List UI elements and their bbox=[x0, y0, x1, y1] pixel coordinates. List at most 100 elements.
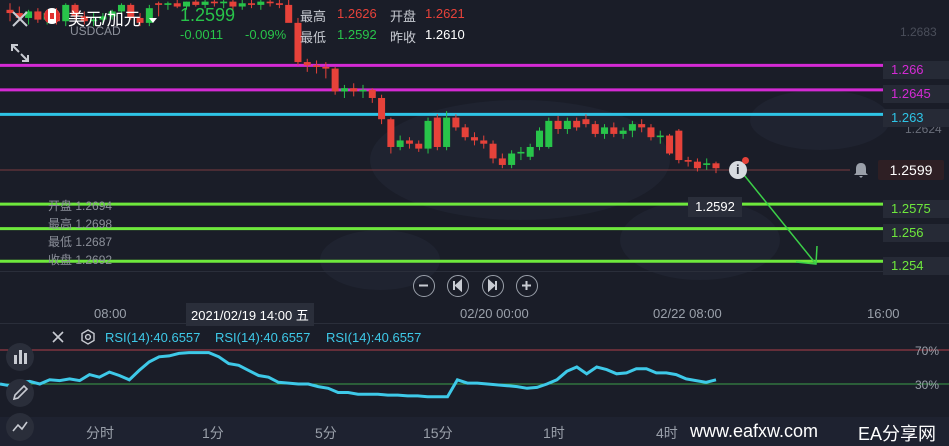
expand-icon bbox=[11, 44, 29, 62]
price-change: -0.0011 bbox=[180, 27, 224, 42]
close-button[interactable] bbox=[8, 7, 32, 31]
level-label[interactable]: 1.254 bbox=[883, 257, 949, 275]
open-label: 开盘 bbox=[390, 9, 417, 24]
candle bbox=[424, 117, 432, 154]
candle bbox=[703, 158, 711, 170]
price-change-pct: -0.09% bbox=[245, 27, 287, 42]
zoom-out-button[interactable] bbox=[413, 275, 435, 297]
level-label[interactable]: 1.2575 bbox=[883, 200, 949, 218]
low-value: 1.2592 bbox=[337, 27, 377, 42]
candle bbox=[666, 133, 674, 156]
bell-icon bbox=[854, 163, 868, 178]
rsi-legend-item: RSI(14):40.6557 bbox=[326, 330, 422, 345]
candle bbox=[368, 88, 376, 103]
period-tab[interactable]: 分时 bbox=[86, 423, 114, 443]
rsi-settings-button[interactable] bbox=[80, 329, 96, 345]
candle bbox=[340, 84, 348, 98]
zoom-in-icon bbox=[522, 281, 531, 290]
candle bbox=[164, 1, 172, 10]
symbol-code: USDCAD bbox=[70, 24, 121, 38]
brand-logo: EA分享网 bbox=[858, 424, 937, 444]
prev-icon bbox=[453, 278, 462, 293]
draw-icon bbox=[12, 384, 29, 401]
period-tab[interactable]: 4时 bbox=[656, 423, 678, 443]
level-label[interactable]: 1.2645 bbox=[883, 85, 949, 103]
period-tab[interactable]: 15分 bbox=[423, 423, 453, 443]
next-button[interactable] bbox=[482, 275, 504, 297]
zoom-in-button[interactable] bbox=[516, 275, 538, 297]
current-price-label: 1.2599 bbox=[878, 160, 944, 180]
price-scale-tick: 1.2683 bbox=[900, 25, 937, 39]
level-label[interactable]: 1.263 bbox=[883, 109, 949, 127]
indicators-icon bbox=[14, 350, 27, 364]
ohlc-close: 收盘 1.2692 bbox=[48, 253, 113, 267]
chart-canvas[interactable] bbox=[0, 0, 949, 446]
period-tab[interactable]: 1时 bbox=[543, 423, 565, 443]
settings-icon bbox=[81, 329, 95, 345]
canada-flag-icon bbox=[44, 8, 60, 24]
rsi-upper-label: 70% bbox=[915, 344, 940, 358]
separator bbox=[0, 271, 949, 272]
prev-close-label: 昨收 bbox=[390, 30, 417, 45]
candle bbox=[378, 94, 386, 125]
candle bbox=[331, 66, 339, 95]
next-icon bbox=[488, 278, 497, 293]
time-axis-label: 02/20 00:00 bbox=[460, 306, 529, 321]
open-value: 1.2621 bbox=[425, 6, 465, 21]
candle bbox=[536, 127, 543, 151]
rsi-line bbox=[0, 351, 717, 399]
info-icon: i bbox=[736, 162, 740, 177]
candle bbox=[238, 0, 246, 10]
candle bbox=[545, 117, 553, 149]
alert-button[interactable] bbox=[852, 161, 870, 179]
close-icon bbox=[52, 331, 64, 343]
rsi-lower-label: 30% bbox=[915, 378, 940, 392]
chart-type-icon bbox=[12, 421, 28, 432]
chart-type-button[interactable] bbox=[6, 413, 34, 441]
last-price: 1.2599 bbox=[180, 5, 236, 25]
rsi-close-button[interactable] bbox=[50, 329, 66, 345]
prev-button[interactable] bbox=[447, 275, 469, 297]
level-label[interactable]: 1.266 bbox=[883, 61, 949, 79]
ohlc-low: 最低 1.2687 bbox=[48, 235, 113, 249]
candle bbox=[248, 0, 256, 9]
candle bbox=[266, 0, 274, 7]
level-label[interactable]: 1.256 bbox=[883, 224, 949, 242]
candle bbox=[313, 60, 321, 74]
high-label: 最高 bbox=[300, 9, 327, 24]
rsi-legend-item: RSI(14):40.6557 bbox=[215, 330, 311, 345]
candle bbox=[350, 83, 358, 97]
ohlc-open: 开盘 1.2694 bbox=[48, 199, 113, 213]
close-icon bbox=[12, 11, 28, 27]
ohlc-high: 最高 1.2698 bbox=[48, 217, 113, 231]
low-label: 最低 bbox=[300, 30, 327, 45]
candle bbox=[257, 0, 265, 10]
period-tab[interactable]: 1分 bbox=[202, 423, 224, 443]
dropdown-icon bbox=[149, 18, 158, 24]
separator bbox=[0, 323, 949, 324]
indicators-button[interactable] bbox=[6, 343, 34, 371]
zoom-out-icon bbox=[419, 284, 428, 287]
draw-button[interactable] bbox=[6, 379, 34, 407]
candle bbox=[303, 58, 311, 72]
candle bbox=[684, 156, 692, 167]
watermark: www.eafxw.com bbox=[690, 421, 819, 441]
candle bbox=[34, 8, 42, 23]
candle bbox=[433, 114, 441, 151]
time-axis-label: 08:00 bbox=[94, 306, 127, 321]
high-value: 1.2626 bbox=[337, 6, 377, 21]
crosshair-time-label: 2021/02/19 14:00 五 bbox=[186, 303, 314, 326]
notification-dot bbox=[742, 157, 749, 164]
candle bbox=[675, 129, 683, 164]
candle bbox=[285, 0, 293, 23]
candle bbox=[275, 0, 283, 9]
candle bbox=[359, 84, 367, 98]
rsi-legend-item: RSI(14):40.6557 bbox=[105, 330, 201, 345]
period-tab[interactable]: 5分 bbox=[315, 423, 337, 443]
time-axis-label: 16:00 bbox=[867, 306, 900, 321]
expand-button[interactable] bbox=[8, 41, 32, 65]
trading-app: 美元/加元 USDCAD 1.2599 -0.0011 -0.09% 最高 1.… bbox=[0, 0, 949, 446]
prev-close-value: 1.2610 bbox=[425, 27, 465, 42]
candle bbox=[712, 161, 720, 174]
time-axis-label: 02/22 08:00 bbox=[653, 306, 722, 321]
